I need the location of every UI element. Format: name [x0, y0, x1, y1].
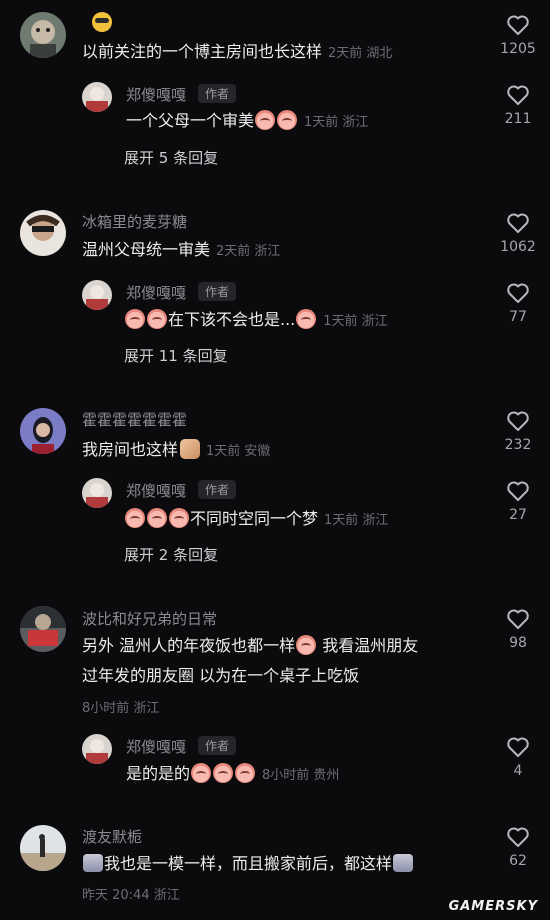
- username[interactable]: 渡友默栀: [82, 826, 142, 847]
- reply-text: 是的是的 8小时前 贵州: [126, 763, 340, 783]
- username[interactable]: 霍霍霍霍霍霍霍: [82, 409, 187, 430]
- reply-avatar[interactable]: [82, 82, 112, 112]
- username[interactable]: 冰箱里的麦芽糖: [82, 211, 187, 232]
- like-button[interactable]: 77: [493, 282, 543, 325]
- comment-text: 我也是一模一样，而且搬家前后，都这样: [82, 852, 414, 876]
- avatar[interactable]: [20, 606, 66, 652]
- like-count: 27: [509, 507, 527, 523]
- reply-avatar[interactable]: [82, 280, 112, 310]
- peach-emoji-icon: [191, 763, 212, 783]
- like-count: 1062: [500, 239, 536, 255]
- avatar[interactable]: [20, 210, 66, 256]
- author-badge: 作者: [198, 736, 237, 755]
- heart-icon: [507, 481, 529, 501]
- expand-replies-button[interactable]: 展开 2 条回复: [124, 544, 218, 565]
- comment-text: 以前关注的一个博主房间也长这样 2天前 湖北: [82, 42, 393, 61]
- peach-emoji-icon: [296, 635, 317, 655]
- hand-emoji-icon: [180, 439, 201, 459]
- comment-text: 温州父母统一审美 2天前 浙江: [82, 240, 281, 259]
- like-button[interactable]: 62: [493, 826, 543, 869]
- heart-icon: [507, 283, 529, 303]
- sweat-emoji-icon: [83, 854, 103, 872]
- avatar[interactable]: [20, 12, 66, 58]
- like-button[interactable]: 98: [493, 608, 543, 651]
- heart-icon: [507, 85, 529, 105]
- like-button[interactable]: 211: [493, 84, 543, 127]
- peach-emoji-icon: [296, 309, 317, 329]
- peach-emoji-icon: [255, 110, 276, 130]
- peach-emoji-icon: [147, 508, 167, 528]
- reply-username[interactable]: 郑傻嘎嘎 作者: [126, 282, 237, 303]
- like-button[interactable]: 232: [493, 410, 543, 453]
- like-count: 77: [509, 309, 527, 325]
- reply-text: 在下该不会也是... 1天前 浙江: [124, 308, 388, 334]
- sweat-emoji-icon: [393, 854, 414, 872]
- comment-meta: 昨天 20:44 浙江: [82, 888, 180, 903]
- peach-emoji-icon: [277, 110, 298, 130]
- comment-meta: 8小时前 浙江: [82, 701, 160, 716]
- watermark: GAMERSKY: [448, 899, 538, 914]
- username[interactable]: 波比和好兄弟的日常: [82, 608, 217, 629]
- reply-username[interactable]: 郑傻嘎嘎 作者: [126, 736, 237, 757]
- reply-text: 一个父母一个审美 1天前 浙江: [126, 110, 369, 130]
- author-badge: 作者: [198, 480, 237, 499]
- like-count: 4: [513, 763, 523, 779]
- heart-icon: [507, 737, 529, 757]
- peach-emoji-icon: [235, 763, 256, 783]
- like-button[interactable]: 1062: [493, 212, 543, 255]
- reply-text: 不同时空同一个梦 1天前 浙江: [124, 507, 388, 533]
- expand-replies-button[interactable]: 展开 11 条回复: [124, 345, 228, 366]
- heart-icon: [507, 15, 529, 35]
- heart-icon: [507, 609, 529, 629]
- nerd-face-icon: [92, 12, 112, 32]
- peach-emoji-icon: [125, 508, 145, 528]
- heart-icon: [507, 827, 529, 847]
- username-emoji[interactable]: [92, 12, 112, 32]
- avatar[interactable]: [20, 825, 66, 871]
- author-badge: 作者: [198, 282, 237, 301]
- author-badge: 作者: [198, 84, 237, 103]
- like-button[interactable]: 4: [493, 736, 543, 779]
- reply-username[interactable]: 郑傻嘎嘎 作者: [126, 84, 237, 105]
- reply-avatar[interactable]: [82, 734, 112, 764]
- avatar[interactable]: [20, 408, 66, 454]
- expand-replies-button[interactable]: 展开 5 条回复: [124, 147, 218, 168]
- peach-emoji-icon: [125, 309, 145, 329]
- reply-username[interactable]: 郑傻嘎嘎 作者: [126, 480, 237, 501]
- heart-icon: [507, 411, 529, 431]
- heart-icon: [507, 213, 529, 233]
- like-count: 98: [509, 635, 527, 651]
- like-button[interactable]: 27: [493, 480, 543, 523]
- like-button[interactable]: 1205: [493, 14, 543, 57]
- like-count: 62: [509, 853, 527, 869]
- like-count: 211: [504, 111, 532, 127]
- comment-text: 我房间也这样 1天前 安徽: [82, 439, 271, 459]
- reply-avatar[interactable]: [82, 478, 112, 508]
- like-count: 232: [504, 437, 532, 453]
- peach-emoji-icon: [213, 763, 234, 783]
- comment-text: 另外 温州人的年夜饭也都一样 我看温州朋友: [82, 635, 419, 655]
- peach-emoji-icon: [169, 508, 189, 528]
- like-count: 1205: [500, 41, 536, 57]
- peach-emoji-icon: [147, 309, 167, 329]
- comment-text-line-2: 过年发的朋友圈 以为在一个桌子上吃饭: [82, 666, 360, 685]
